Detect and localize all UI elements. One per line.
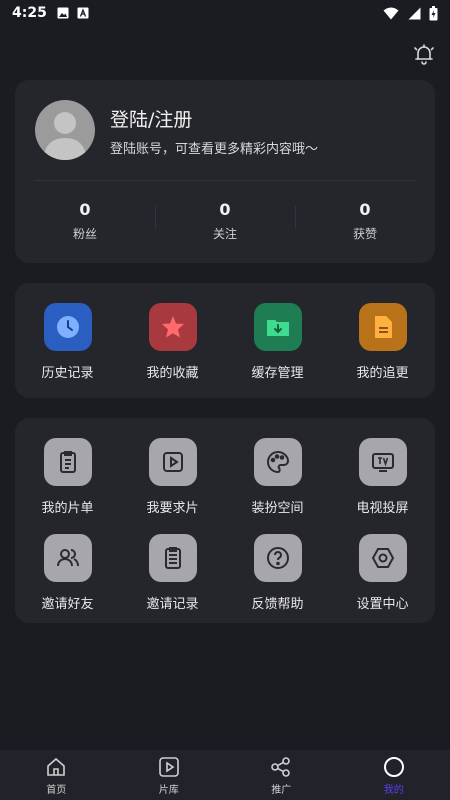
my-playlist-button[interactable]: 我的片单	[15, 438, 120, 516]
users-icon	[43, 534, 92, 582]
stat-likes[interactable]: 0 获赞	[295, 200, 435, 242]
cache-label: 缓存管理	[251, 366, 304, 381]
tv-icon	[358, 438, 407, 486]
status-time: 4:25	[12, 5, 47, 21]
request-movie-label: 我要求片	[146, 501, 199, 516]
dress-up-button[interactable]: 装扮空间	[225, 438, 330, 516]
divider	[35, 180, 415, 181]
quick-actions-card: 历史记录 我的收藏 缓存管理 我的追更	[15, 283, 435, 398]
cache-button[interactable]: 缓存管理	[225, 303, 330, 398]
stat-label: 关注	[212, 227, 237, 241]
stat-value: 0	[79, 200, 91, 219]
tab-label: 推广	[271, 785, 292, 796]
library-icon	[158, 757, 179, 777]
play-icon	[148, 438, 197, 486]
stat-value: 0	[359, 200, 371, 219]
image-notification-icon	[57, 7, 69, 19]
following-updates-button[interactable]: 我的追更	[330, 303, 435, 398]
invite-friends-button[interactable]: 邀请好友	[15, 534, 120, 612]
profile-card: 登陆/注册 登陆账号，可查看更多精彩内容哦～ 0 粉丝 0 关注 0 获赞	[15, 80, 435, 263]
bell-icon[interactable]	[412, 42, 436, 66]
wifi-icon	[383, 7, 399, 19]
profile-circle-icon	[383, 757, 404, 777]
signal-icon	[408, 7, 421, 19]
status-bar: 4:25	[0, 0, 450, 26]
clipboard-icon	[43, 438, 92, 486]
stat-followers[interactable]: 0 粉丝	[15, 200, 155, 242]
star-icon	[148, 303, 197, 351]
tab-library[interactable]: 片库	[113, 750, 226, 800]
stat-following[interactable]: 0 关注	[155, 200, 295, 242]
my-playlist-label: 我的片单	[41, 501, 94, 516]
avatar[interactable]	[35, 100, 95, 160]
invite-records-button[interactable]: 邀请记录	[120, 534, 225, 612]
settings-button[interactable]: 设置中心	[330, 534, 435, 612]
app-notification-icon	[77, 7, 89, 19]
stat-value: 0	[219, 200, 231, 219]
login-hint: 登陆账号，可查看更多精彩内容哦～	[110, 142, 319, 157]
favorites-button[interactable]: 我的收藏	[120, 303, 225, 398]
tv-cast-label: 电视投屏	[356, 501, 409, 516]
share-icon	[271, 757, 291, 777]
battery-icon	[429, 5, 438, 20]
download-folder-icon	[253, 303, 302, 351]
tools-row: 邀请好友 邀请记录 反馈帮助 设置中心	[15, 534, 435, 612]
history-label: 历史记录	[41, 366, 94, 381]
request-movie-button[interactable]: 我要求片	[120, 438, 225, 516]
feedback-help-button[interactable]: 反馈帮助	[225, 534, 330, 612]
following-updates-label: 我的追更	[356, 366, 409, 381]
palette-icon	[253, 438, 302, 486]
tab-home[interactable]: 首页	[0, 750, 113, 800]
history-button[interactable]: 历史记录	[15, 303, 120, 398]
tab-label: 片库	[158, 785, 179, 796]
home-icon	[47, 757, 66, 776]
tools-row: 我的片单 我要求片 装扮空间 电视投屏	[15, 438, 435, 516]
tab-label: 首页	[46, 785, 67, 796]
stat-label: 粉丝	[72, 227, 97, 241]
tab-promote[interactable]: 推广	[225, 750, 338, 800]
list-icon	[148, 534, 197, 582]
stats-row: 0 粉丝 0 关注 0 获赞	[15, 200, 435, 242]
bottom-tab-bar: 首页 片库 推广 我的	[0, 750, 450, 800]
help-icon	[253, 534, 302, 582]
document-icon	[358, 303, 407, 351]
dress-up-label: 装扮空间	[251, 501, 304, 516]
settings-label: 设置中心	[356, 597, 409, 612]
tab-mine[interactable]: 我的	[338, 750, 450, 800]
login-register-link[interactable]: 登陆/注册	[110, 105, 192, 132]
tools-card: 我的片单 我要求片 装扮空间 电视投屏 邀请好友 邀请记录 反馈帮助 设置中心	[15, 418, 435, 623]
favorites-label: 我的收藏	[146, 366, 199, 381]
tv-cast-button[interactable]: 电视投屏	[330, 438, 435, 516]
invite-friends-label: 邀请好友	[41, 597, 94, 612]
feedback-help-label: 反馈帮助	[251, 597, 304, 612]
tab-label: 我的	[383, 785, 404, 796]
invite-records-label: 邀请记录	[146, 597, 199, 612]
clock-icon	[43, 303, 92, 351]
stat-label: 获赞	[352, 227, 377, 241]
settings-icon	[358, 534, 407, 582]
